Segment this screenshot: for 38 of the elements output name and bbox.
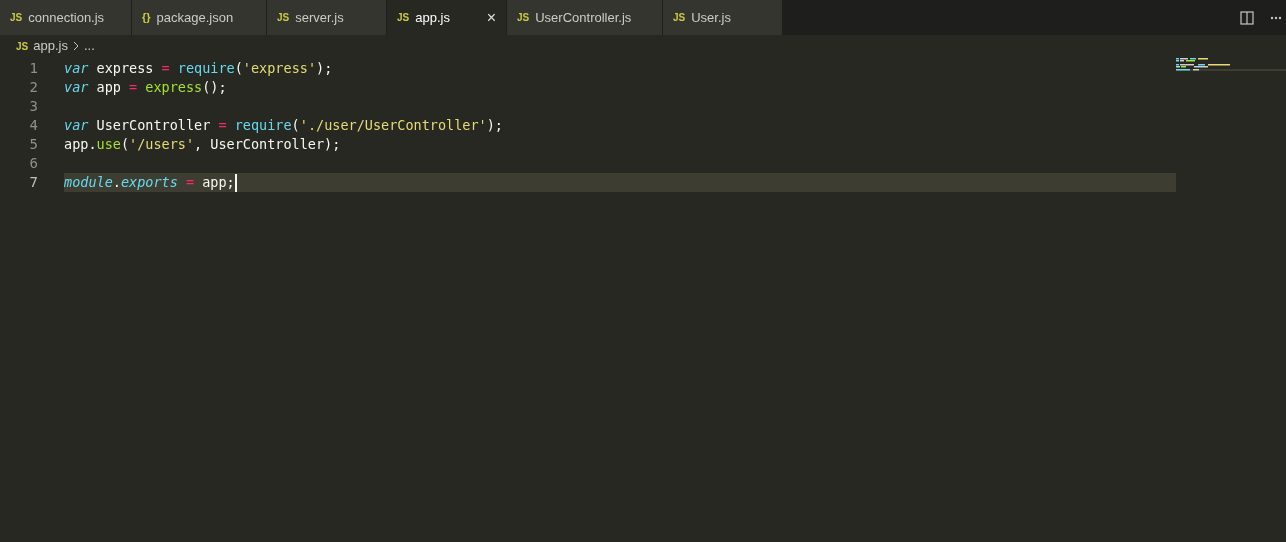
breadcrumb-item[interactable]: app.js (33, 36, 68, 56)
file-type-icon: JS (277, 10, 290, 25)
editor-tab[interactable]: JS server.js (267, 0, 387, 35)
more-actions-icon[interactable] (1270, 15, 1282, 20)
file-type-icon: JS (397, 10, 410, 25)
editor-tab[interactable]: JS UserController.js (507, 0, 663, 35)
file-type-icon: {} (142, 9, 151, 26)
breadcrumb-item[interactable]: ... (83, 36, 95, 56)
tab-label: app.js (415, 8, 450, 27)
split-editor-icon[interactable] (1240, 10, 1254, 25)
code-line: app.use('/users', UserController); (64, 135, 341, 155)
line-number: 3 (28, 97, 38, 116)
tab-label: package.json (156, 8, 234, 27)
code-line: var app = express(); (64, 78, 227, 98)
tab-label: User.js (691, 8, 731, 27)
editor-tab[interactable]: JS connection.js (0, 0, 132, 35)
file-type-icon: JS (673, 10, 686, 25)
editor-tab[interactable]: JS app.js × (387, 0, 507, 35)
close-icon[interactable]: × (486, 9, 496, 26)
chevron-right-icon (72, 41, 79, 51)
line-number: 4 (28, 116, 38, 135)
line-number: 1 (28, 59, 38, 78)
tab-label: server.js (295, 8, 344, 27)
tab-label: UserController.js (535, 8, 632, 27)
code-line: module.exports = app; (64, 173, 235, 193)
editor-tab[interactable]: JS User.js (663, 0, 783, 35)
line-number: 5 (28, 135, 38, 154)
text-cursor (234, 173, 237, 192)
code-line: var UserController = require('./user/UserController'); (64, 116, 503, 136)
file-type-icon: JS (10, 10, 23, 25)
line-number: 6 (28, 154, 38, 173)
line-number: 7 (28, 173, 38, 192)
code-line: var express = require('express'); (64, 59, 333, 79)
file-type-icon: JS (16, 38, 29, 54)
editor-tab[interactable]: {} package.json (132, 0, 267, 35)
line-number: 2 (28, 78, 38, 97)
tab-label: connection.js (28, 8, 105, 27)
file-type-icon: JS (517, 10, 530, 25)
